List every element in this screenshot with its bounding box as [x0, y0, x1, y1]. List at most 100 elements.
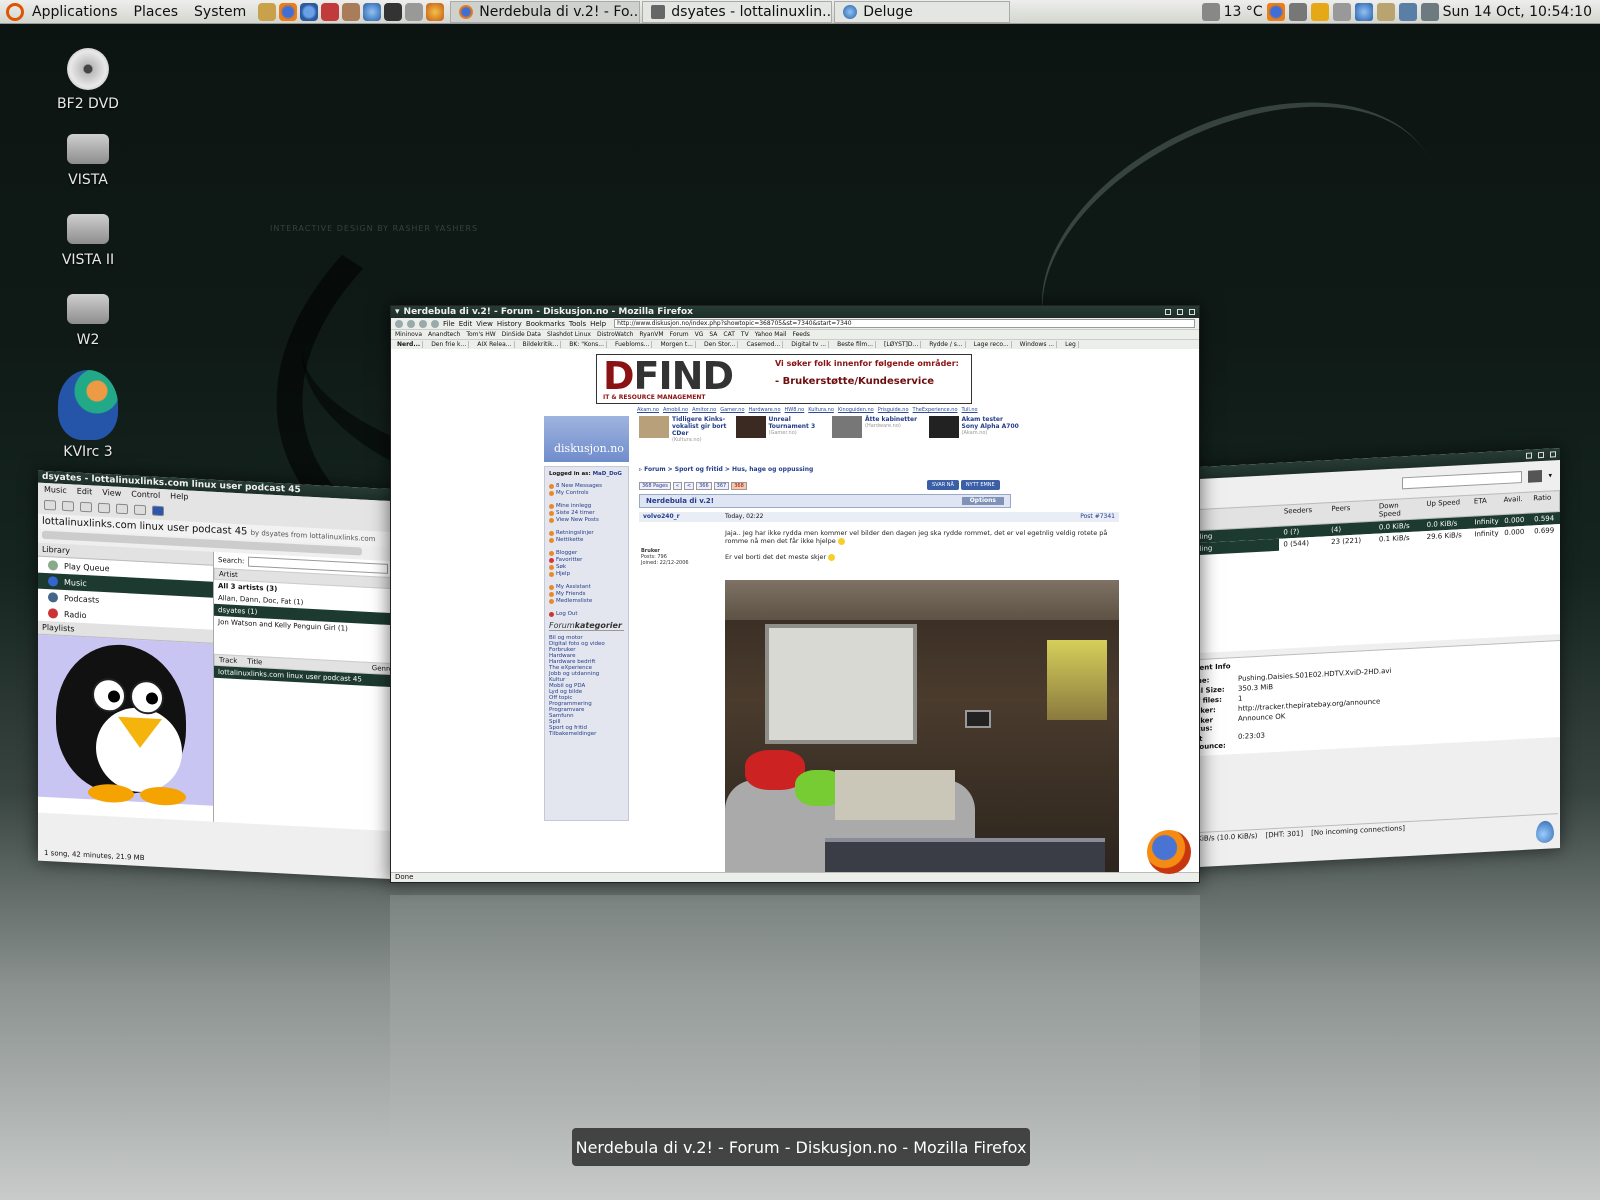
menu-music[interactable]: Music	[44, 485, 67, 495]
title-column-header[interactable]: Title	[247, 658, 262, 667]
desktop-icon-bf2-dvd[interactable]: BF2 DVD	[48, 48, 128, 112]
visualization-icon[interactable]	[134, 504, 146, 516]
desktop-icon-kvirc[interactable]: KVIrc 3	[48, 370, 128, 460]
url-bar[interactable]: http://www.diskusjon.no/index.php?showto…	[614, 319, 1195, 328]
news-item[interactable]: Tidligere Kinks-vokalist gir bort CDer (K…	[639, 416, 730, 458]
web-icon[interactable]	[426, 2, 445, 21]
deluge-window[interactable]: ▾ Seeders Peers Down Speed Up Speed ETA …	[1180, 448, 1560, 868]
deluge-icon[interactable]	[363, 2, 382, 21]
network-link[interactable]: TheExperience.no	[913, 407, 958, 413]
bookmark[interactable]: TV	[741, 331, 749, 338]
menu-bookmarks[interactable]: Bookmarks	[526, 320, 565, 328]
sidebar-link[interactable]: My Controls	[549, 490, 624, 496]
bookmark[interactable]: Mininova	[395, 331, 422, 338]
tab[interactable]: BK: "Kons...	[567, 341, 607, 348]
network-link[interactable]: Amitor.no	[692, 407, 716, 413]
bookmark[interactable]: RyanVM	[639, 331, 663, 338]
network-link[interactable]: Amobil.no	[663, 407, 688, 413]
firefox-icon[interactable]	[279, 2, 298, 21]
reload-icon[interactable]	[419, 319, 427, 328]
tab[interactable]: Fuebloms...	[613, 341, 653, 348]
breadcrumb-item[interactable]: Sport og fritid	[675, 466, 723, 473]
repeat-icon[interactable]	[98, 502, 110, 514]
back-icon[interactable]	[395, 319, 403, 328]
bookmark[interactable]: Anandtech	[428, 331, 460, 338]
sidebar-link[interactable]: Log Out	[549, 611, 624, 617]
menu-view[interactable]: View	[476, 320, 493, 328]
binoculars-icon[interactable]	[1528, 469, 1543, 483]
options-button[interactable]: Options	[961, 497, 1004, 505]
next-icon[interactable]	[80, 501, 92, 513]
post-photo[interactable]	[725, 580, 1119, 872]
terminal-icon[interactable]	[384, 2, 403, 21]
ubuntu-logo-icon[interactable]	[6, 2, 24, 21]
logged-in-user[interactable]: MaD_DoG	[593, 471, 622, 477]
column-header[interactable]: Avail.	[1500, 493, 1530, 515]
user-icon[interactable]	[342, 2, 361, 21]
post-number[interactable]: Post #7341	[1080, 513, 1115, 521]
sidebar-link[interactable]: Nettikette	[549, 537, 624, 543]
menu-control[interactable]: Control	[131, 489, 160, 500]
weather-icon[interactable]	[1201, 2, 1220, 21]
temperature-readout[interactable]: 13 °C	[1224, 4, 1263, 20]
sidebar-link[interactable]: My Assistant	[549, 584, 624, 590]
news-item[interactable]: Åtte kabinetter (Hardware.no)	[832, 416, 923, 458]
column-header[interactable]: ETA	[1470, 494, 1500, 516]
sidebar-link[interactable]: My Friends	[549, 591, 624, 597]
tab[interactable]: Leg	[1063, 341, 1079, 348]
page-button[interactable]: <	[683, 482, 695, 490]
tab[interactable]: Digital tv ...	[789, 341, 830, 348]
category-link[interactable]: Tilbakemeldinger	[549, 731, 624, 737]
network-icon[interactable]	[1398, 2, 1417, 21]
chevron-down-icon[interactable]: ▾	[1548, 471, 1552, 479]
menu-help[interactable]: Help	[170, 491, 188, 501]
menu-history[interactable]: History	[497, 320, 522, 328]
menu-applications[interactable]: Applications	[24, 4, 126, 20]
track-column-header[interactable]: Track	[219, 656, 237, 665]
menu-view[interactable]: View	[102, 488, 121, 498]
bookmark[interactable]: Slashdot Linux	[547, 331, 591, 338]
tab[interactable]: Den Stor...	[702, 341, 739, 348]
network-link[interactable]: HW8.no	[785, 407, 805, 413]
tab[interactable]: Den frie k...	[429, 341, 470, 348]
page-button[interactable]: 367	[713, 482, 730, 490]
deluge-search-input[interactable]	[1402, 471, 1523, 490]
home-icon[interactable]	[431, 319, 439, 328]
desktop-icon-vista[interactable]: VISTA	[48, 128, 128, 188]
site-logo[interactable]: diskusjon.no	[544, 416, 629, 462]
pencil-icon[interactable]	[258, 2, 277, 21]
task-firefox[interactable]: Nerdebula di v.2! - Fo...	[450, 0, 641, 23]
tab[interactable]: Nerd...	[395, 341, 424, 348]
sidebar-link[interactable]: Mine innlegg	[549, 503, 624, 509]
menu-edit[interactable]: Edit	[77, 487, 93, 497]
maximize-icon[interactable]	[1177, 309, 1183, 315]
volume-icon[interactable]	[1420, 2, 1439, 21]
page-button-current[interactable]: 368	[731, 482, 747, 490]
column-header[interactable]: Up Speed	[1422, 496, 1470, 518]
network-link[interactable]: Prisguide.no	[878, 407, 909, 413]
screenshot-tray-icon[interactable]	[1332, 2, 1351, 21]
chevron-down-icon[interactable]: ▾	[395, 307, 400, 317]
tab[interactable]: Windows ...	[1018, 341, 1058, 348]
tab[interactable]: Bildekritik...	[521, 341, 562, 348]
bookmark[interactable]: Tom's HW	[466, 331, 495, 338]
rhythmbox-window[interactable]: dsyates - lottalinuxlinks.com linux user…	[38, 470, 398, 880]
thunderbird-icon[interactable]	[300, 2, 319, 21]
tab[interactable]: AIX Relea...	[475, 341, 515, 348]
tab[interactable]: Beste film...	[835, 341, 876, 348]
tab[interactable]: [LØYST]D...	[882, 341, 922, 348]
tab[interactable]: Casemod...	[744, 341, 784, 348]
page-button[interactable]: 366	[696, 482, 712, 490]
ad-banner[interactable]: DFIND IT & RESOURCE MANAGEMENT Vi søker …	[596, 354, 972, 404]
sidebar-link[interactable]: Søk	[549, 564, 624, 570]
column-header[interactable]: Down Speed	[1375, 498, 1423, 520]
network-link[interactable]: Akam.no	[637, 407, 659, 413]
firefox-tray-icon[interactable]	[1266, 2, 1285, 21]
sidebar-link[interactable]: Medlemsliste	[549, 598, 624, 604]
network-link[interactable]: Hardware.no	[749, 407, 781, 413]
bookmark[interactable]: Forum	[670, 331, 689, 338]
sidebar-link[interactable]: Hjelp	[549, 571, 624, 577]
task-deluge[interactable]: Deluge	[834, 0, 1011, 23]
firefox-window[interactable]: ▾ Nerdebula di v.2! - Forum - Diskusjon.…	[390, 305, 1200, 883]
sidebar-link[interactable]: 8 New Messages	[549, 483, 624, 489]
